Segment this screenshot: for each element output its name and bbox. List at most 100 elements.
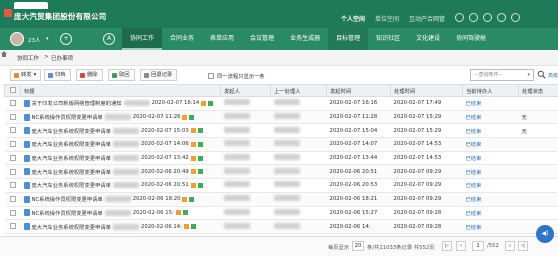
last-page-button[interactable]: ›| — [518, 241, 528, 251]
col-prev-handler[interactable]: 上一处理人 — [270, 84, 327, 97]
table-row[interactable]: 庞大汽车业务系统权限变更申请单 2020-02-06 20:51 2020-02-0… — [4, 178, 558, 193]
archive-button[interactable]: 归档 — [44, 69, 71, 81]
row-checkbox[interactable] — [4, 206, 21, 221]
row-current-handler[interactable]: 已结束 — [462, 164, 519, 180]
row-checkbox[interactable] — [4, 151, 21, 166]
col-sender[interactable]: 发起人 — [220, 84, 271, 97]
query-select[interactable]: --查询条件-- — [470, 69, 534, 81]
row-checkbox[interactable] — [4, 123, 21, 139]
col-current-handler[interactable]: 当前待办人 — [462, 84, 519, 97]
tab-meeting[interactable]: 会议管理 — [242, 28, 282, 50]
col-title[interactable]: 标题 — [20, 84, 221, 97]
history-button[interactable]: 回退记录 — [140, 69, 178, 81]
history-icon — [144, 72, 149, 78]
row-title-cell[interactable]: NC系统操作员权限变更申请单 2020-02-06 15: — [20, 206, 221, 221]
logout-icon[interactable] — [511, 13, 520, 22]
float-assistant-button[interactable]: ◀) — [536, 225, 554, 243]
row-title-cell[interactable]: 庞大汽车业务系统权限变更申请单 2020-02-06 20:51 — [20, 178, 221, 193]
row-title[interactable]: 庞大汽车业务系统权限变更申请单 — [32, 140, 111, 148]
shortcut-icon[interactable]: + — [60, 33, 72, 45]
row-current-handler[interactable]: 已结束 — [462, 192, 519, 207]
mail-icon[interactable] — [483, 13, 492, 22]
row-checkbox[interactable] — [4, 96, 21, 111]
tab-collab-work[interactable]: 协同工作 — [122, 28, 163, 50]
row-current-handler[interactable]: 已结束 — [462, 110, 519, 125]
takeback-button[interactable]: 取回 — [108, 69, 135, 81]
row-title-cell[interactable]: 庞大汽车业务系统权限变更申请单 2020-02-06 14: — [20, 219, 221, 234]
row-title[interactable]: 庞大汽车业务系统权限变更申请单 — [32, 168, 111, 176]
col-handle-time[interactable]: 处理时间 — [390, 84, 463, 97]
home-icon[interactable] — [0, 50, 8, 58]
per-page-input[interactable]: 20 — [352, 241, 364, 251]
row-title[interactable]: NC系统操作员权限变更申请单 — [32, 195, 103, 203]
row-current-handler[interactable]: 已结束 — [462, 123, 519, 139]
tab-forms[interactable]: 表单应用 — [202, 28, 242, 50]
chevron-down-icon[interactable]: ▾ — [46, 36, 49, 42]
row-checkbox[interactable] — [4, 164, 21, 180]
checkbox[interactable] — [208, 73, 214, 79]
row-title-cell[interactable]: 庞大汽车业务系统权限变更申请单 2020-02-07 13:42 — [20, 151, 221, 166]
table-row[interactable]: 关于印发公司新版网络管理制度的通知 2020-02-07 16:14 2020-02… — [4, 96, 558, 111]
row-title[interactable]: NC系统操作员权限变更申请单 — [32, 209, 103, 217]
row-title-cell[interactable]: 庞大汽车业务系统权限变更申请单 2020-02-07 15:03 — [20, 123, 221, 139]
table-row[interactable]: NC系统操作员权限变更申请单 2020-02-06 15: 2020-02-06 1… — [4, 206, 558, 221]
top-nav-unit[interactable]: 单位空间 — [370, 14, 404, 23]
first-page-button[interactable]: |‹ — [442, 241, 452, 251]
row-checkbox[interactable] — [4, 137, 21, 152]
row-current-handler[interactable]: 已结束 — [462, 151, 519, 166]
table-row[interactable]: 庞大汽车业务系统权限变更申请单 2020-02-06 14: 2020-02-06 … — [4, 219, 558, 234]
home-icon[interactable]: A — [103, 33, 115, 45]
tab-knowledge[interactable]: 知识社区 — [368, 28, 408, 50]
row-checkbox[interactable] — [4, 110, 21, 125]
row-checkbox[interactable] — [4, 178, 21, 193]
table-row[interactable]: 庞大汽车业务系统权限变更申请单 2020-02-07 15:03 2020-02-0… — [4, 123, 558, 139]
select-all-checkbox[interactable] — [4, 84, 21, 97]
forward-button[interactable]: 转发 ▾ — [10, 69, 42, 81]
row-title-cell[interactable]: 庞大汽车业务系统权限变更申请单 2020-02-07 14:06 — [20, 137, 221, 152]
row-current-handler[interactable]: 已结束 — [462, 178, 519, 193]
user-name[interactable]: 23人 — [28, 36, 41, 44]
row-current-handler[interactable]: 已结束 — [462, 206, 519, 221]
col-status[interactable]: 处理状态 — [518, 84, 558, 97]
row-title[interactable]: NC系统操作员权限变更申请单 — [32, 113, 103, 121]
tab-contract[interactable]: 合同业务 — [162, 28, 202, 50]
tab-culture[interactable]: 文化建设 — [408, 28, 448, 50]
col-start-time[interactable]: 发起时间 — [326, 84, 391, 97]
row-title[interactable]: 庞大汽车业务系统权限变更申请单 — [32, 181, 111, 189]
tab-target[interactable]: 目标管理 — [328, 28, 369, 50]
message-icon[interactable] — [469, 13, 478, 22]
delete-button[interactable]: 删除 — [76, 69, 103, 81]
row-current-handler[interactable]: 已结束 — [462, 137, 519, 152]
prev-page-button[interactable]: ‹ — [456, 241, 466, 251]
same-flow-checkbox[interactable]: 同一流程只显示一条 — [208, 72, 265, 80]
search-icon[interactable] — [537, 70, 546, 79]
top-nav-personal[interactable]: 个人空间 — [336, 14, 370, 23]
row-checkbox[interactable] — [4, 219, 21, 234]
row-title-cell[interactable]: NC系统操作员权限变更申请单 2020-02-06 18:20 — [20, 192, 221, 207]
avatar[interactable] — [10, 32, 24, 46]
table-row[interactable]: NC系统操作员权限变更申请单 2020-02-06 18:20 2020-02-06… — [4, 192, 558, 207]
help-icon[interactable] — [497, 13, 506, 22]
advanced-search-link[interactable]: 高级 — [548, 72, 558, 79]
row-title[interactable]: 庞大汽车业务系统权限变更申请单 — [32, 127, 111, 135]
table-row[interactable]: NC系统操作员权限变更申请单 2020-02-07 11:26 2020-02-07… — [4, 110, 558, 125]
next-page-button[interactable]: › — [505, 241, 515, 251]
row-title-cell[interactable]: 庞大汽车业务系统权限变更申请单 2020-02-06 20:49 — [20, 164, 221, 180]
row-current-handler[interactable]: 已结束 — [462, 219, 519, 234]
tab-cockpit[interactable]: 协同驾驶舱 — [448, 28, 494, 50]
row-current-handler[interactable]: 已结束 — [462, 96, 519, 111]
row-title[interactable]: 关于印发公司新版网络管理制度的通知 — [32, 99, 122, 107]
breadcrumb-parent[interactable]: 协同工作 — [17, 54, 39, 62]
table-row[interactable]: 庞大汽车业务系统权限变更申请单 2020-02-06 20:49 2020-02-0… — [4, 164, 558, 180]
row-checkbox[interactable] — [4, 192, 21, 207]
row-title-cell[interactable]: 关于印发公司新版网络管理制度的通知 2020-02-07 16:14 — [20, 96, 221, 111]
top-nav-interactive[interactable]: 互动产合网管 — [404, 14, 450, 23]
row-title[interactable]: 庞大汽车业务系统权限变更申请单 — [32, 223, 111, 231]
table-row[interactable]: 庞大汽车业务系统权限变更申请单 2020-02-07 14:06 2020-02-0… — [4, 137, 558, 152]
settings-icon[interactable] — [455, 13, 464, 22]
table-row[interactable]: 庞大汽车业务系统权限变更申请单 2020-02-07 13:42 2020-02-0… — [4, 151, 558, 166]
row-title-cell[interactable]: NC系统操作员权限变更申请单 2020-02-07 11:26 — [20, 110, 221, 125]
row-title[interactable]: 庞大汽车业务系统权限变更申请单 — [32, 154, 111, 162]
page-input[interactable]: 1 — [472, 241, 484, 251]
tab-biz-generator[interactable]: 业务生成器 — [282, 28, 328, 50]
